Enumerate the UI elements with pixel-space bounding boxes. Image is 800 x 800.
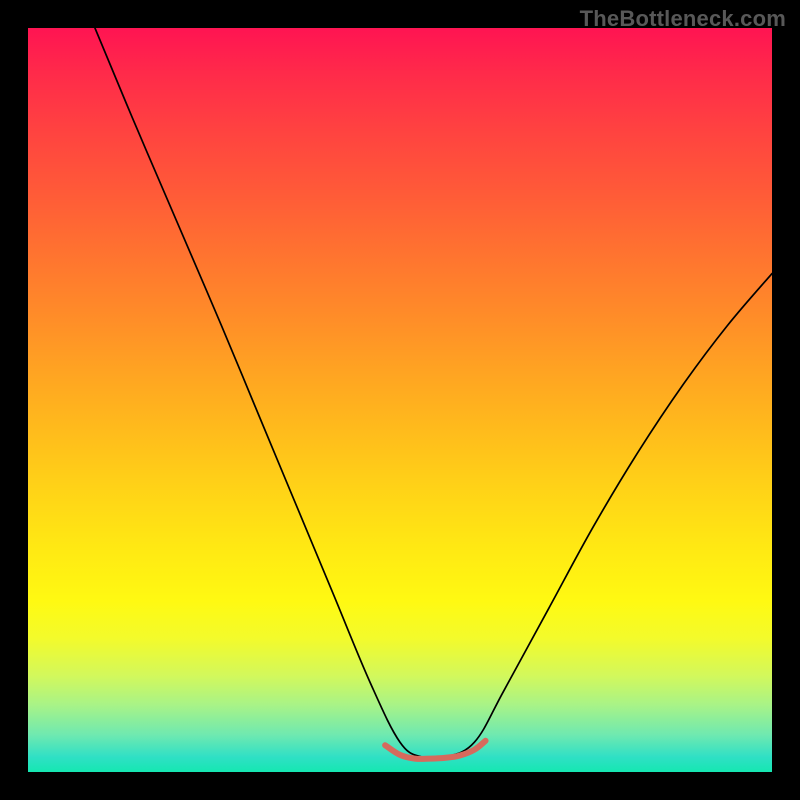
bottleneck-curve: [95, 28, 772, 759]
curve-layer: [28, 28, 772, 772]
watermark-label: TheBottleneck.com: [580, 6, 786, 32]
chart-frame: TheBottleneck.com: [0, 0, 800, 800]
plot-area: [28, 28, 772, 772]
plot-inner: [28, 28, 772, 772]
